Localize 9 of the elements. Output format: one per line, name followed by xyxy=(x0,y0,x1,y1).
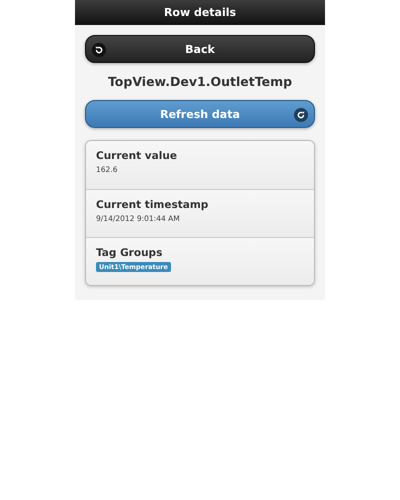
refresh-button[interactable]: Refresh data xyxy=(85,100,315,128)
field-label: Tag Groups xyxy=(96,247,164,259)
back-icon xyxy=(92,43,106,57)
tag-name: TopView.Dev1.OutletTemp xyxy=(106,74,294,89)
field-label: Current timestamp xyxy=(96,199,210,211)
field-label: Current value xyxy=(96,150,178,162)
back-button[interactable]: Back xyxy=(85,35,315,63)
page-title: Row details xyxy=(164,6,236,19)
refresh-icon xyxy=(294,108,308,122)
